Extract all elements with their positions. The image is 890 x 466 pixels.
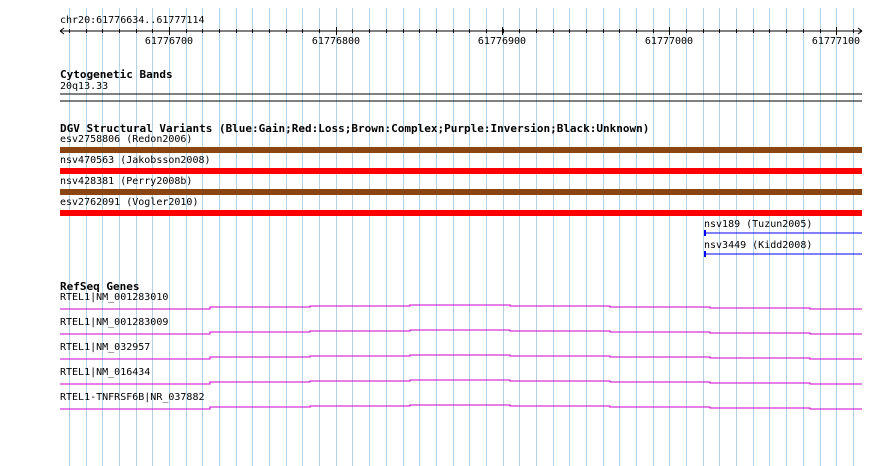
ruler-tick-label: 61777100 — [811, 36, 861, 47]
ruler-tick-label: 61776900 — [477, 36, 527, 47]
refseq-gene-label[interactable]: RTEL1|NM_001283009 — [60, 317, 168, 329]
refseq-gene-line[interactable] — [60, 304, 862, 310]
dgv-bar-esv2758806[interactable] — [60, 147, 862, 153]
ruler-tick-label: 61776800 — [311, 36, 361, 47]
ruler-tick-label: 61777000 — [644, 36, 694, 47]
dgv-bar-nsv428381[interactable] — [60, 189, 862, 195]
cytoband-band-lines — [60, 93, 862, 102]
refseq-gene-label[interactable]: RTEL1|NM_016434 — [60, 367, 150, 379]
dgv-feature-label[interactable]: nsv470563 (Jakobsson2008) — [60, 155, 211, 167]
dgv-bar-esv2762091[interactable] — [60, 210, 862, 216]
refseq-gene-line[interactable] — [60, 404, 862, 410]
refseq-gene-label[interactable]: RTEL1|NM_032957 — [60, 342, 150, 354]
dgv-bar-nsv470563[interactable] — [60, 168, 862, 174]
dgv-feature-label[interactable]: nsv428381 (Perry2008b) — [60, 176, 192, 188]
dgv-feature-label[interactable]: esv2762091 (Vogler2010) — [60, 197, 198, 209]
refseq-gene-label[interactable]: RTEL1-TNFRSF6B|NR_037882 — [60, 392, 205, 404]
region-label: chr20:61776634..61777114 — [60, 15, 205, 26]
cytoband-label[interactable]: 20q13.33 — [60, 81, 108, 93]
refseq-gene-label[interactable]: RTEL1|NM_001283010 — [60, 292, 168, 304]
ruler-tick-label: 61776700 — [144, 36, 194, 47]
ruler — [59, 27, 863, 35]
dgv-feature-label[interactable]: esv2758806 (Redon2006) — [60, 134, 192, 146]
dgv-feature-label[interactable]: nsv189 (Tuzun2005) — [704, 219, 812, 231]
refseq-gene-line[interactable] — [60, 379, 862, 385]
dgv-feature-label[interactable]: nsv3449 (Kidd2008) — [704, 240, 812, 252]
cytoband-track-title: Cytogenetic Bands — [60, 68, 173, 81]
refseq-gene-line[interactable] — [60, 354, 862, 360]
refseq-gene-line[interactable] — [60, 329, 862, 335]
